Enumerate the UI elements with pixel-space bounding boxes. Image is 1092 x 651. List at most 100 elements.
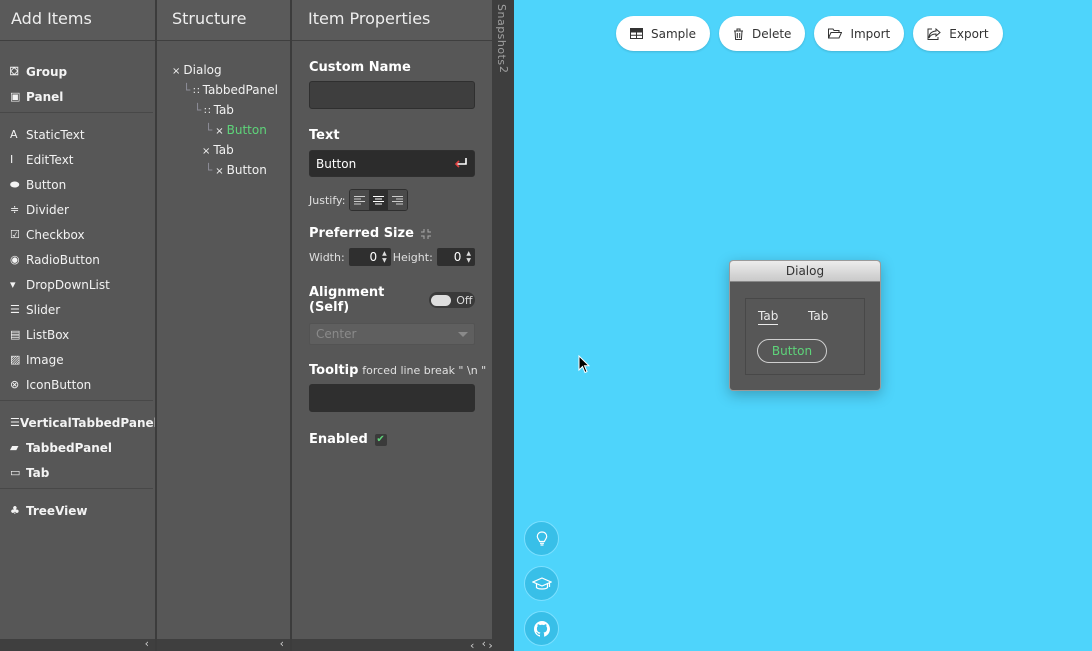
add-item-checkbox[interactable]: ☑ Checkbox: [0, 222, 155, 247]
width-value: 0: [369, 250, 378, 264]
snapshots-label[interactable]: Snapshots: [495, 4, 508, 66]
add-item-listbox[interactable]: ▤ ListBox: [0, 322, 155, 347]
custom-name-input[interactable]: [309, 81, 475, 109]
tips-button[interactable]: [524, 521, 559, 556]
properties-scrollbar[interactable]: ‹: [292, 637, 492, 651]
add-item-label: Button: [26, 177, 67, 192]
lightbulb-icon: [536, 530, 547, 546]
toggle-knob: [431, 294, 452, 306]
close-icon[interactable]: ×: [202, 146, 210, 157]
add-item-panel[interactable]: ▣ Panel: [0, 84, 155, 109]
alignment-select[interactable]: Center: [309, 323, 475, 345]
height-label: Height:: [392, 250, 433, 264]
add-item-tabbedpanel[interactable]: ▰ TabbedPanel: [0, 435, 155, 460]
slider-icon: ☰: [10, 302, 20, 316]
line-break-icon[interactable]: [454, 157, 468, 169]
stepper-arrows-icon[interactable]: ▲ ▼: [382, 250, 387, 264]
dialog-preview[interactable]: Dialog Tab Tab Button: [729, 260, 881, 391]
tab-1[interactable]: Tab: [758, 309, 779, 325]
tree-node-button[interactable]: └ × Button: [172, 121, 290, 141]
add-item-label: TreeView: [26, 503, 88, 518]
link-size-icon[interactable]: [420, 228, 432, 240]
tree-node-tabbedpanel[interactable]: └ ∷ TabbedPanel: [172, 81, 290, 101]
tabbed-panel-icon: ▰: [10, 440, 19, 454]
tree-node-button[interactable]: └ × Button: [172, 161, 290, 181]
scroll-left-icon[interactable]: ‹: [470, 639, 474, 651]
add-item-radiobutton[interactable]: ◉ RadioButton: [0, 247, 155, 272]
group-separator: [0, 488, 153, 489]
tooltip-input[interactable]: [309, 384, 475, 412]
graduation-cap-icon: [531, 576, 552, 590]
add-item-label: Checkbox: [26, 227, 85, 242]
add-item-button[interactable]: ⬬ Button: [0, 172, 155, 197]
button-icon: ⬬: [10, 177, 20, 191]
structure-panel: Structure × Dialog └ ∷ TabbedPanel └ ∷ Tab └ × But…: [157, 0, 290, 651]
tree-node-dialog[interactable]: × Dialog: [172, 61, 290, 81]
icon-button-icon: ⊗: [10, 377, 20, 391]
enabled-checkbox[interactable]: ✔: [374, 433, 387, 446]
scroll-left-icon[interactable]: ‹: [280, 637, 284, 650]
add-item-verticaltabbedpanel[interactable]: ☰ VerticalTabbedPanel: [0, 410, 155, 435]
add-item-tab[interactable]: ▭ Tab: [0, 460, 155, 485]
tree-node-label: Button: [226, 163, 267, 177]
align-center-icon: [373, 195, 385, 204]
close-icon[interactable]: ×: [215, 166, 223, 177]
tree-node-tab[interactable]: └ ∷ Tab: [172, 101, 290, 121]
add-item-group[interactable]: ⛋ Group: [0, 59, 155, 84]
add-item-label: Panel: [26, 89, 64, 104]
drag-handle-icon[interactable]: ∷: [193, 86, 199, 97]
text-input[interactable]: Button: [309, 150, 475, 177]
github-button[interactable]: [524, 611, 559, 646]
add-item-label: Tab: [26, 465, 50, 480]
vertical-tabbed-panel-icon: ☰: [10, 415, 20, 429]
delete-button[interactable]: Delete: [719, 16, 806, 51]
close-icon[interactable]: ×: [215, 126, 223, 137]
add-item-statictext[interactable]: A StaticText: [0, 122, 155, 147]
add-item-divider[interactable]: ≑ Divider: [0, 197, 155, 222]
add-items-list: ⛋ Group ▣ Panel A StaticText I EditText ⬬ Button ≑…: [0, 41, 155, 523]
close-icon[interactable]: ×: [172, 66, 180, 77]
drag-handle-icon[interactable]: ∷: [204, 106, 210, 117]
properties-title: Item Properties: [292, 0, 492, 41]
sample-button[interactable]: Sample: [616, 16, 710, 51]
add-item-slider[interactable]: ☰ Slider: [0, 297, 155, 322]
add-items-panel: Add Items ⛋ Group ▣ Panel A StaticText I EditTe…: [0, 0, 155, 651]
snapshots-count: 2: [497, 66, 510, 73]
trash-icon: [734, 28, 743, 40]
width-stepper[interactable]: 0 ▲ ▼: [348, 248, 391, 266]
stepper-arrows-icon[interactable]: ▲ ▼: [466, 250, 471, 264]
tutorial-button[interactable]: [524, 566, 559, 601]
add-item-edittext[interactable]: I EditText: [0, 147, 155, 172]
justify-group: [349, 189, 409, 211]
tree-node-tab[interactable]: × Tab: [172, 141, 290, 161]
tab-icon: ▭: [10, 465, 21, 479]
sample-label: Sample: [651, 26, 696, 41]
bottom-scroll-arrows[interactable]: ‹ ›: [470, 639, 493, 651]
canvas-toolbar: Sample Delete Import Export: [616, 16, 1003, 51]
add-items-scrollbar[interactable]: ‹: [0, 637, 155, 651]
justify-center-button[interactable]: [369, 190, 389, 210]
add-item-label: ListBox: [26, 327, 70, 342]
add-item-treeview[interactable]: ♣ TreeView: [0, 498, 155, 523]
justify-left-button[interactable]: [350, 190, 370, 210]
import-button[interactable]: Import: [814, 16, 905, 51]
add-item-image[interactable]: ▨ Image: [0, 347, 155, 372]
scroll-right-icon[interactable]: ›: [488, 639, 492, 651]
tooltip-label: Tooltip: [309, 363, 359, 378]
alignment-toggle[interactable]: Off: [429, 292, 475, 308]
align-left-icon: [354, 195, 366, 204]
export-button[interactable]: Export: [913, 16, 1003, 51]
justify-right-button[interactable]: [388, 190, 408, 210]
align-right-icon: [392, 195, 404, 204]
scroll-left-icon[interactable]: ‹: [145, 637, 149, 650]
tree-node-label: Tab: [213, 143, 234, 157]
add-item-iconbutton[interactable]: ⊗ IconButton: [0, 372, 155, 397]
tree-connector: └: [205, 123, 213, 137]
preview-button[interactable]: Button: [757, 339, 827, 363]
structure-scrollbar[interactable]: ‹: [157, 637, 290, 651]
export-label: Export: [949, 26, 989, 41]
snapshots-strip[interactable]: Snapshots 2: [492, 0, 514, 651]
add-item-dropdownlist[interactable]: ▾ DropDownList: [0, 272, 155, 297]
tab-2[interactable]: Tab: [808, 309, 828, 323]
height-stepper[interactable]: 0 ▲ ▼: [436, 248, 475, 266]
